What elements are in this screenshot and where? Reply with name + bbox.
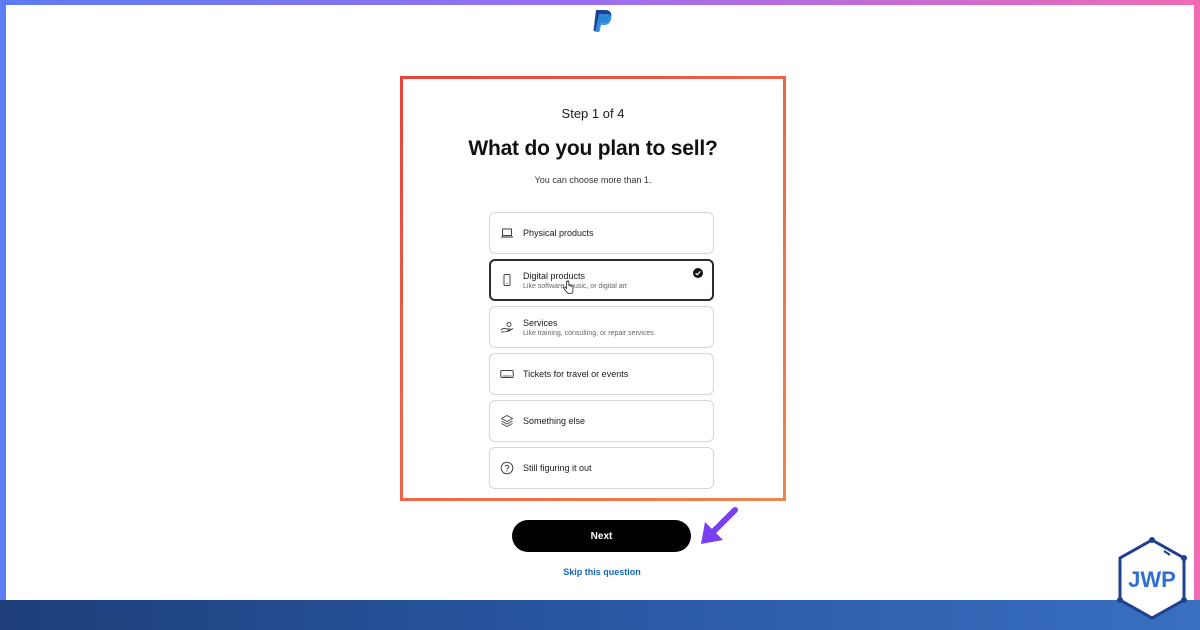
ticket-icon <box>500 370 514 378</box>
hand-service-icon <box>500 322 514 333</box>
page-subtitle: You can choose more than 1. <box>534 175 652 185</box>
paypal-logo-icon <box>593 10 612 32</box>
hand-cursor-icon <box>563 280 574 294</box>
option-something-else[interactable]: Something else <box>489 400 714 442</box>
option-label: Something else <box>523 416 586 426</box>
phone-icon <box>503 274 511 286</box>
next-button[interactable]: Next <box>512 520 691 552</box>
option-tickets[interactable]: Tickets for travel or events <box>489 353 714 395</box>
layers-icon <box>500 414 514 428</box>
plan-to-sell-card: Step 1 of 4 What do you plan to sell? Yo… <box>400 76 786 501</box>
jwp-watermark-logo: JWP <box>1117 537 1187 620</box>
svg-text:JWP: JWP <box>1128 567 1176 592</box>
laptop-icon <box>501 228 513 238</box>
step-indicator: Step 1 of 4 <box>561 106 625 121</box>
skip-question-link[interactable]: Skip this question <box>540 567 664 577</box>
checkmark-icon <box>693 268 703 278</box>
page-title: What do you plan to sell? <box>468 137 718 160</box>
option-physical-products[interactable]: Physical products <box>489 212 714 254</box>
bottom-banner <box>0 600 1200 630</box>
option-label: Digital products <box>523 270 586 281</box>
option-label: Still figuring it out <box>523 463 592 473</box>
option-description: Like software, music, or digital art <box>523 282 627 290</box>
option-label: Services <box>523 317 558 328</box>
option-services[interactable]: Services Like training, consulting, or r… <box>489 306 714 348</box>
option-description: Like training, consulting, or repair ser… <box>523 329 654 337</box>
question-icon <box>500 461 514 475</box>
option-still-figuring[interactable]: Still figuring it out <box>489 447 714 489</box>
option-label: Tickets for travel or events <box>523 369 629 379</box>
option-label: Physical products <box>523 228 594 238</box>
option-digital-products[interactable]: Digital products Like software, music, o… <box>489 259 714 301</box>
pointer-arrow-icon <box>701 507 738 544</box>
